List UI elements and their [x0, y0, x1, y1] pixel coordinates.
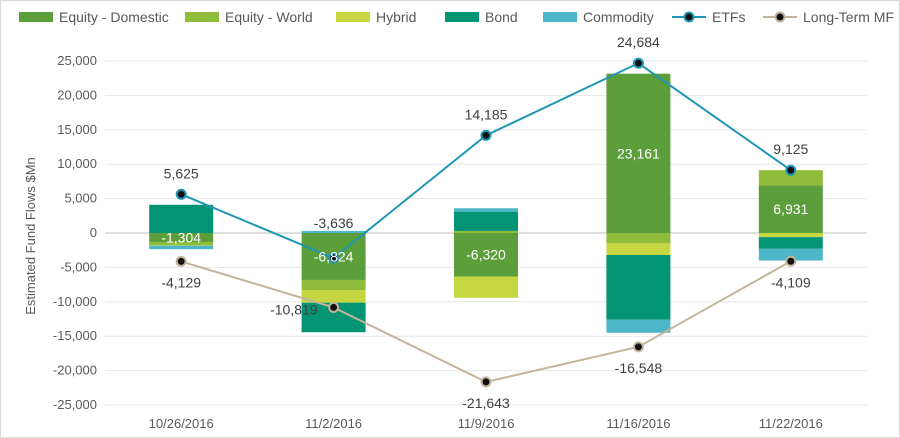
legend-item: Equity - Domestic: [19, 9, 169, 25]
marker-long-term-mf: [175, 255, 187, 267]
bar-data-label: 23,161: [617, 145, 660, 161]
legend-label: Long-Term MF: [803, 9, 894, 25]
line-data-label: -16,548: [615, 360, 663, 376]
y-tick-label: 25,000: [57, 53, 97, 68]
legend-marker: [774, 11, 786, 23]
marker-etfs: [785, 164, 797, 176]
bar-segment-hybrid: [758, 233, 823, 238]
line-data-label: -4,109: [771, 274, 811, 290]
y-tick-label: 15,000: [57, 122, 97, 137]
bar-segment-bond: [758, 237, 823, 249]
bar-segment-hybrid: [606, 243, 671, 256]
legend-swatch: [19, 12, 53, 22]
line-data-label: 5,625: [164, 165, 199, 181]
legend-swatch: [543, 12, 577, 22]
bar-segment-equity-world: [606, 233, 671, 244]
bar-data-label: 6,931: [773, 201, 808, 217]
legend-item: Long-Term MF: [763, 9, 894, 25]
legend-label: Commodity: [583, 9, 654, 25]
line-data-label: -21,643: [462, 395, 510, 411]
marker-long-term-mf: [480, 376, 492, 388]
bar-segment-commodity: [149, 245, 214, 250]
bar-segment-bond: [606, 255, 671, 320]
x-tick-label: 10/26/2016: [149, 416, 214, 431]
y-tick-label: -20,000: [53, 363, 97, 378]
y-tick-label: -5,000: [60, 259, 97, 274]
line-data-label: 14,185: [465, 106, 508, 122]
line-data-label: -4,129: [161, 274, 201, 290]
marker-long-term-mf: [785, 255, 797, 267]
marker-long-term-mf: [632, 341, 644, 353]
bar-segment-equity-world: [301, 279, 366, 291]
marker-etfs: [175, 188, 187, 200]
x-tick-label: 11/2/2016: [305, 416, 362, 431]
line-data-label: -3,636: [314, 215, 354, 231]
bar-segment-hybrid: [454, 276, 518, 298]
y-tick-label: 5,000: [64, 191, 97, 206]
legend-swatch: [336, 12, 370, 22]
legend-label: ETFs: [712, 9, 745, 25]
axes: Estimated Fund Flows $Mn 25,000 20,000 15,…: [23, 53, 823, 431]
y-tick-label: 10,000: [57, 156, 97, 171]
x-tick-label: 11/22/2016: [759, 416, 823, 431]
marker-long-term-mf: [328, 301, 340, 313]
y-tick-label: -15,000: [53, 328, 97, 343]
y-tick-label: -10,000: [53, 294, 97, 309]
legend-item: ETFs: [672, 9, 745, 25]
bar-segment-bond: [454, 211, 518, 231]
bar-segment-commodity: [454, 208, 518, 212]
y-tick-label: 0: [90, 225, 97, 240]
y-tick-label: -25,000: [53, 397, 97, 412]
legend-item: Bond: [445, 9, 518, 25]
line-data-label: -10,819: [270, 301, 318, 317]
legend: Equity - Domestic Equity - World Hybrid Bon…: [19, 9, 894, 25]
chart-container: 5,625 -3,636 14,185 24,684 9,125 -4,129 -10,81…: [0, 0, 900, 438]
marker-etfs: [632, 57, 644, 69]
legend-label: Bond: [485, 9, 518, 25]
bar-segment-equity-world: [454, 230, 518, 233]
y-axis-title: Estimated Fund Flows $Mn: [23, 157, 38, 315]
legend-item: Commodity: [543, 9, 654, 25]
legend-swatch: [445, 12, 479, 22]
line-data-label: 9,125: [773, 141, 808, 157]
legend-item: Equity - World: [185, 9, 313, 25]
x-tick-label: 11/9/2016: [458, 416, 515, 431]
bar-data-label: -6,320: [466, 247, 506, 263]
legend-label: Equity - Domestic: [59, 9, 169, 25]
marker-etfs: [480, 129, 492, 141]
line-data-label: 24,684: [617, 34, 660, 50]
legend-label: Hybrid: [376, 9, 416, 25]
legend-marker: [683, 11, 695, 23]
bar-data-label: -6,824: [314, 248, 354, 264]
fund-flows-chart: 5,625 -3,636 14,185 24,684 9,125 -4,129 -10,81…: [19, 9, 894, 431]
legend-swatch: [185, 12, 219, 22]
x-tick-label: 11/16/2016: [606, 416, 670, 431]
y-tick-label: 20,000: [57, 87, 97, 102]
legend-item: Hybrid: [336, 9, 416, 25]
bar-data-label: -1,304: [161, 229, 201, 245]
bar-segment-commodity: [301, 230, 366, 233]
legend-label: Equity - World: [225, 9, 313, 25]
bar-segment-commodity: [606, 319, 671, 333]
